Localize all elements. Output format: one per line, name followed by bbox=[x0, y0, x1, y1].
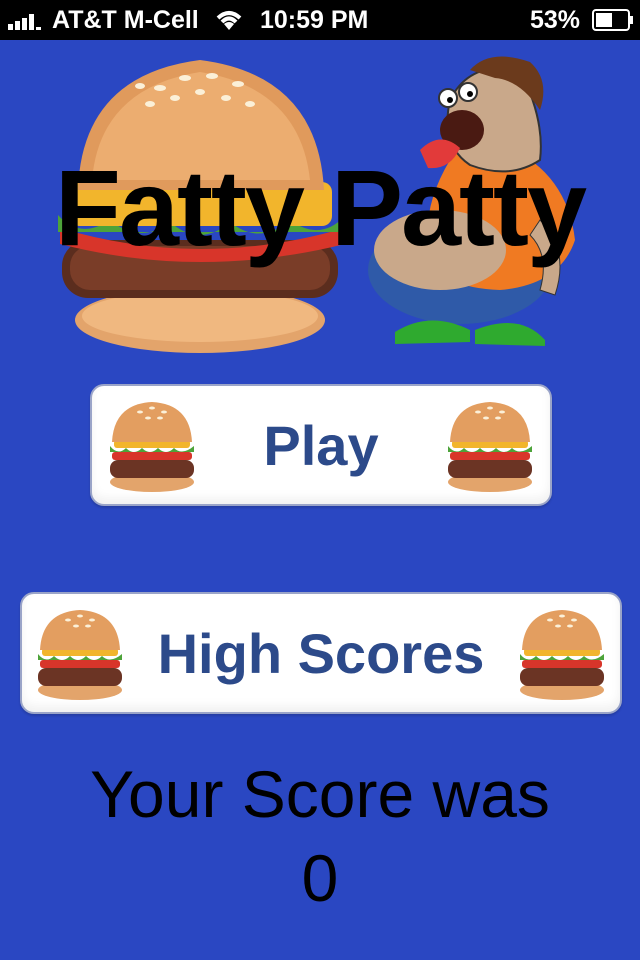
high-scores-button[interactable]: High Scores bbox=[20, 592, 622, 714]
status-time: 10:59 PM bbox=[260, 6, 369, 34]
battery-percent: 53% bbox=[530, 6, 581, 34]
score-value: 0 bbox=[301, 841, 339, 915]
score-label: Your Score was bbox=[90, 757, 550, 831]
wifi-icon bbox=[216, 11, 242, 30]
signal-bars-icon bbox=[8, 14, 41, 30]
carrier-name: AT&T M-Cell bbox=[52, 6, 199, 34]
play-button[interactable]: Play bbox=[90, 384, 552, 506]
status-bar: AT&T M-Cell 10:59 PM 53% bbox=[0, 0, 640, 40]
burger-icon bbox=[448, 402, 532, 492]
battery-icon bbox=[592, 9, 633, 31]
game-title: Fatty Patty bbox=[54, 147, 587, 268]
burger-icon bbox=[520, 610, 604, 700]
